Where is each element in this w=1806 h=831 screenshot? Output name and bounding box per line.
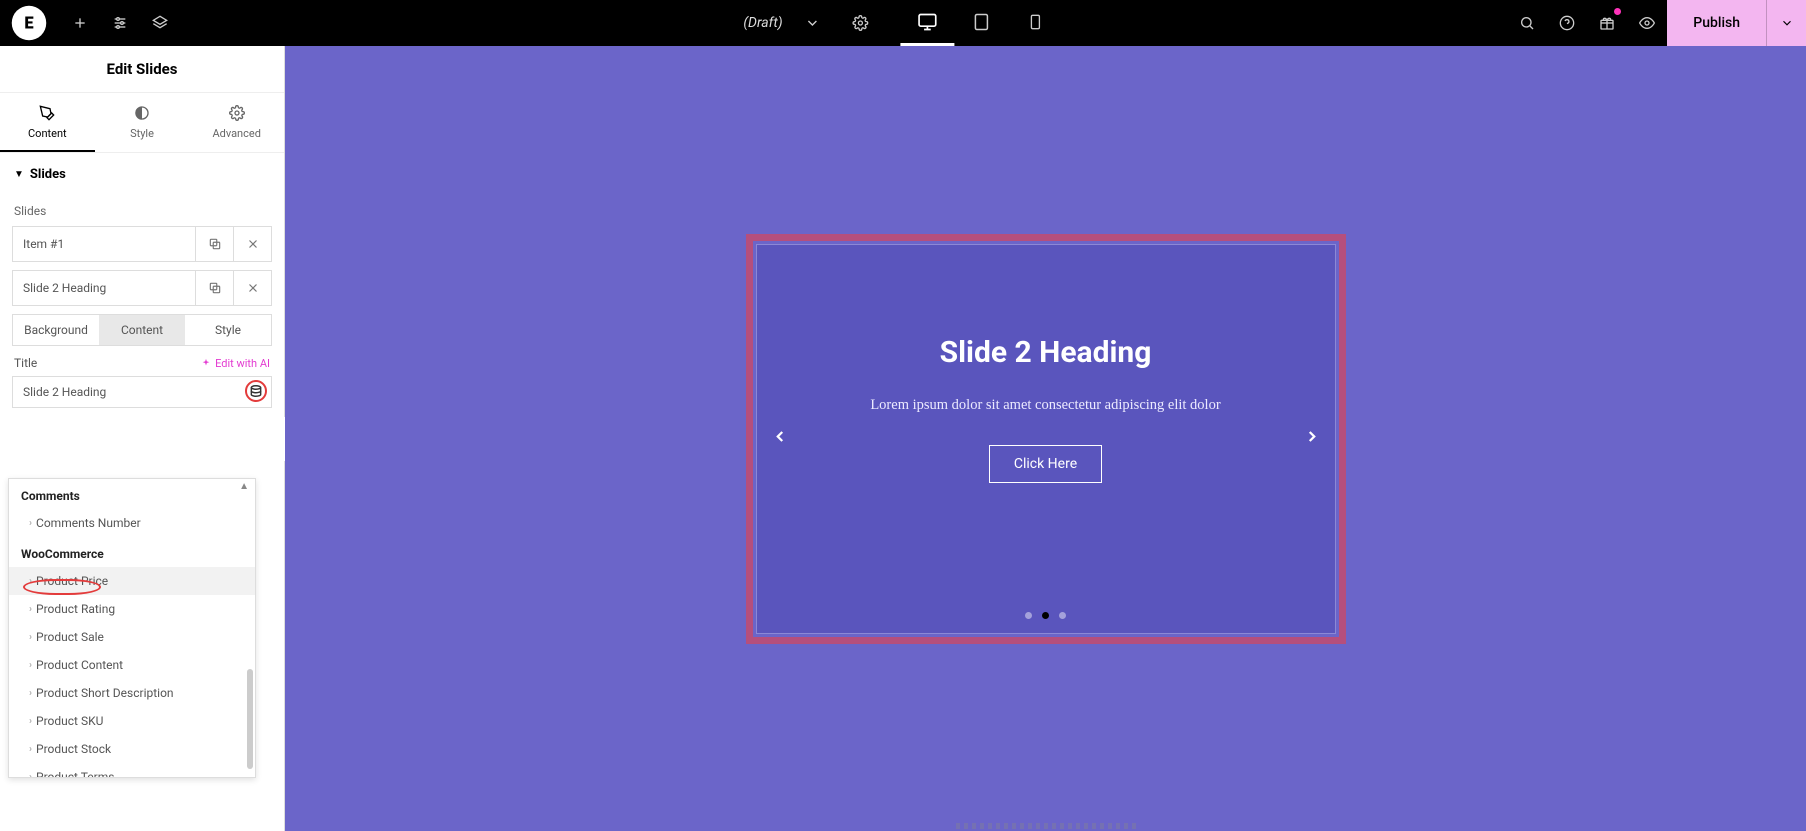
dynamic-tag-item[interactable]: ›Product Terms — [9, 763, 255, 778]
help-icon[interactable] — [1547, 0, 1587, 46]
caret-down-icon: ▼ — [14, 169, 24, 180]
dynamic-tag-item[interactable]: ›Comments Number — [9, 509, 255, 537]
title-field-label: Title — [14, 356, 37, 370]
title-input[interactable] — [12, 376, 272, 408]
dynamic-group-title: WooCommerce — [9, 537, 255, 567]
dynamic-tag-label: Product Terms — [36, 770, 114, 778]
chevron-down-icon[interactable] — [793, 0, 833, 46]
dynamic-tag-item[interactable]: ›Product Sale — [9, 623, 255, 651]
slides-section-body: Slides Item #1 Slide 2 Heading — [0, 196, 284, 408]
duplicate-item-button[interactable] — [195, 271, 233, 305]
publish-button[interactable]: Publish — [1667, 0, 1766, 46]
top-bar-right: Publish — [1507, 0, 1806, 46]
dynamic-tag-item[interactable]: ›Product Short Description — [9, 679, 255, 707]
dynamic-tag-label: Comments Number — [36, 516, 141, 530]
slide-item-row[interactable]: Slide 2 Heading — [12, 270, 272, 306]
publish-options-caret[interactable] — [1766, 0, 1806, 46]
dynamic-group-title: Comments — [9, 479, 255, 509]
slide-next-arrow[interactable] — [1295, 418, 1329, 459]
responsive-device-tabs — [901, 0, 1063, 46]
device-tablet-tab[interactable] — [955, 0, 1009, 46]
slide-dot-active[interactable] — [1042, 612, 1049, 619]
duplicate-item-button[interactable] — [195, 227, 233, 261]
editor-sidebar: Edit Slides Content Style Advanced ▼ Sli… — [0, 46, 285, 831]
tab-style-label: Style — [130, 127, 154, 140]
notification-dot-icon — [1614, 8, 1621, 15]
dynamic-tag-label: Product Stock — [36, 742, 111, 756]
settings-sliders-icon[interactable] — [100, 0, 140, 46]
dynamic-tag-label: Product Short Description — [36, 686, 174, 700]
slide-prev-arrow[interactable] — [763, 418, 797, 459]
dynamic-tag-label: Product Rating — [36, 602, 115, 616]
inner-tab-content[interactable]: Content — [99, 315, 185, 345]
add-widget-button[interactable] — [60, 0, 100, 46]
slides-section-header[interactable]: ▼ Slides — [0, 153, 284, 196]
dynamic-tag-product-price[interactable]: ›Product Price — [9, 567, 255, 595]
elementor-logo[interactable]: E — [12, 6, 47, 41]
dynamic-tag-label: Product Sale — [36, 630, 104, 644]
dynamic-tag-label: Product Content — [36, 658, 123, 672]
top-bar: E (Draft) — [0, 0, 1806, 46]
dynamic-tag-item[interactable]: ›Product SKU — [9, 707, 255, 735]
sidebar-title: Edit Slides — [0, 46, 284, 93]
main-area: Edit Slides Content Style Advanced ▼ Sli… — [0, 46, 1806, 831]
slide-item-label: Item #1 — [13, 227, 195, 261]
remove-item-button[interactable] — [233, 227, 271, 261]
preview-canvas[interactable]: Slide 2 Heading Lorem ipsum dolor sit am… — [285, 46, 1806, 831]
slide-content: Slide 2 Heading Lorem ipsum dolor sit am… — [756, 244, 1336, 634]
scrollbar-thumb[interactable] — [247, 669, 253, 769]
remove-item-button[interactable] — [233, 271, 271, 305]
slides-widget-selected[interactable]: Slide 2 Heading Lorem ipsum dolor sit am… — [746, 234, 1346, 644]
slide-item-row[interactable]: Item #1 — [12, 226, 272, 262]
tab-advanced-label: Advanced — [212, 127, 260, 140]
canvas-resize-handle[interactable] — [956, 823, 1136, 829]
document-status-label: (Draft) — [743, 15, 782, 31]
sidebar-main-tabs: Content Style Advanced — [0, 93, 284, 153]
dynamic-tags-button[interactable] — [245, 380, 267, 402]
dynamic-tag-item[interactable]: ›Product Rating — [9, 595, 255, 623]
dynamic-tag-label: Product SKU — [36, 714, 103, 728]
slide-heading: Slide 2 Heading — [807, 335, 1285, 370]
title-field-row: Title Edit with AI — [14, 356, 270, 370]
tab-advanced[interactable]: Advanced — [189, 93, 284, 152]
tab-content[interactable]: Content — [0, 93, 95, 152]
title-input-wrap — [12, 376, 272, 408]
device-mobile-tab[interactable] — [1009, 0, 1063, 46]
slide-inner-tabs: Background Content Style — [12, 314, 272, 346]
tab-content-label: Content — [28, 127, 67, 140]
scroll-up-caret-icon[interactable]: ▲ — [239, 481, 249, 492]
top-bar-left: E — [0, 0, 180, 46]
dynamic-tag-label: Product Price — [36, 574, 108, 588]
slide-cta-button[interactable]: Click Here — [989, 445, 1102, 483]
dynamic-tags-dropdown: ▲ Comments ›Comments Number WooCommerce … — [8, 478, 256, 778]
top-bar-center: (Draft) — [743, 0, 1062, 46]
preview-eye-icon[interactable] — [1627, 0, 1667, 46]
dynamic-tag-item[interactable]: ›Product Content — [9, 651, 255, 679]
finder-search-icon[interactable] — [1507, 0, 1547, 46]
dynamic-tags-scroll[interactable]: Comments ›Comments Number WooCommerce ›P… — [9, 479, 255, 778]
slide-dot[interactable] — [1025, 612, 1032, 619]
dynamic-tag-item[interactable]: ›Product Stock — [9, 735, 255, 763]
slides-repeater-label: Slides — [14, 204, 270, 218]
inner-tab-style[interactable]: Style — [185, 315, 271, 345]
slides-section-title: Slides — [30, 167, 66, 182]
slide-item-label: Slide 2 Heading — [13, 271, 195, 305]
whats-new-gift-icon[interactable] — [1587, 0, 1627, 46]
structure-layers-icon[interactable] — [140, 0, 180, 46]
device-desktop-tab[interactable] — [901, 0, 955, 46]
edit-with-ai-label: Edit with AI — [215, 357, 270, 370]
slide-dot[interactable] — [1059, 612, 1066, 619]
edit-with-ai-button[interactable]: Edit with AI — [201, 357, 270, 370]
slide-description: Lorem ipsum dolor sit amet consectetur a… — [807, 394, 1285, 417]
tab-style[interactable]: Style — [95, 93, 190, 152]
page-settings-gear-icon[interactable] — [841, 0, 881, 46]
inner-tab-background[interactable]: Background — [13, 315, 99, 345]
slide-pagination-dots — [757, 612, 1335, 619]
